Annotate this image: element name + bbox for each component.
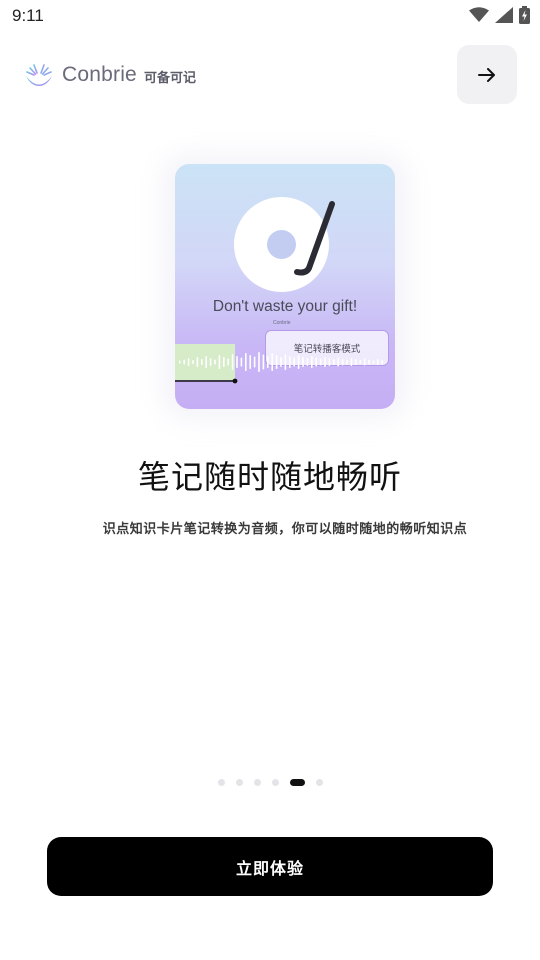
waveform-bar [324, 357, 326, 367]
waveform-bar [183, 359, 185, 365]
waveform-bar [372, 360, 375, 364]
waveform-bar [289, 356, 291, 368]
next-button[interactable] [457, 45, 517, 104]
waveform-bar [209, 358, 212, 366]
waveform-bar [231, 354, 234, 370]
try-now-button[interactable]: 立即体验 [47, 837, 493, 896]
waveform-bar [253, 356, 256, 368]
pager-dot [217, 779, 225, 786]
waveform-bar [258, 352, 260, 372]
waveform-bar [315, 357, 317, 367]
waveform-bar [267, 356, 269, 368]
waveform-bar [381, 360, 383, 364]
waveform-bar [223, 357, 225, 367]
pager-dot [253, 779, 261, 786]
waveform-bar [355, 359, 357, 365]
status-icons [469, 6, 530, 24]
waveform-bar [311, 356, 313, 368]
waveform-bar [275, 355, 278, 369]
waveform-bar [341, 358, 344, 366]
waveform-bar [205, 356, 207, 368]
waveform-bar [368, 359, 370, 365]
waveform-bar [245, 353, 247, 371]
pager-dot [315, 779, 323, 786]
waveform-bar [236, 356, 238, 368]
waveform-bar [293, 357, 295, 367]
status-time: 9:11 [12, 6, 44, 25]
waveform-bar [363, 358, 366, 366]
page-indicator [0, 779, 540, 786]
tonearm-icon [294, 201, 335, 276]
brand-logo-group: Conbrie 可备可记 [24, 58, 196, 92]
waveform-bar [179, 360, 181, 364]
waveform-bar [214, 359, 216, 365]
waveform-bar [319, 358, 322, 366]
waveform-bar [201, 359, 203, 365]
waveform-bar [297, 355, 300, 369]
brand-chinese-name: 可备可记 [143, 71, 196, 86]
pager-dot-active [289, 779, 305, 786]
waveform-bar [359, 360, 361, 364]
illustration-brand-tiny: Conbrie [273, 320, 291, 326]
waveform-bar [280, 357, 282, 367]
waveform-bar [284, 354, 287, 370]
brand-name: Conbrie [62, 63, 137, 86]
waveform-bar [218, 355, 221, 369]
onboarding-screen: 9:11 Conbrie 可备可记 Don't waste your gift!… [0, 0, 540, 960]
onboarding-title: 笔记随时随地畅听 [137, 458, 402, 496]
wifi-icon [469, 7, 489, 22]
waveform-bar [337, 357, 339, 367]
arrow-right-icon [478, 67, 495, 82]
waveform-bar [346, 359, 348, 365]
audio-waveform [175, 344, 383, 384]
signal-icon [495, 7, 513, 23]
onboarding-subtitle: 识点知识卡片笔记转换为音频，你可以随时随地的畅听知识点 [102, 522, 468, 537]
waveform-bar [196, 357, 199, 367]
waveform-bar [350, 358, 353, 366]
waveform-bar [227, 358, 229, 366]
waveform-bar [187, 358, 190, 366]
status-bar: 9:11 [0, 0, 540, 34]
illustration-slogan: Don't waste your gift! [212, 298, 358, 315]
conbrie-logo-icon [26, 62, 52, 86]
waveform-bar [249, 355, 251, 369]
waveform-bar [302, 357, 304, 367]
pager-dot [235, 779, 243, 786]
illustration-card: Don't waste your gift! Conbrie 笔记转播客模式 [175, 164, 395, 409]
waveform-bar [192, 360, 194, 364]
battery-charging-icon [519, 6, 530, 24]
waveform-bar [271, 353, 273, 371]
pager-dot [271, 779, 279, 786]
waveform-bar [333, 359, 335, 365]
waveform-bar [377, 359, 379, 365]
waveform-bar [328, 358, 331, 366]
waveform-bar [262, 354, 265, 370]
waveform-bar [306, 358, 309, 366]
waveform-bar [240, 357, 243, 367]
